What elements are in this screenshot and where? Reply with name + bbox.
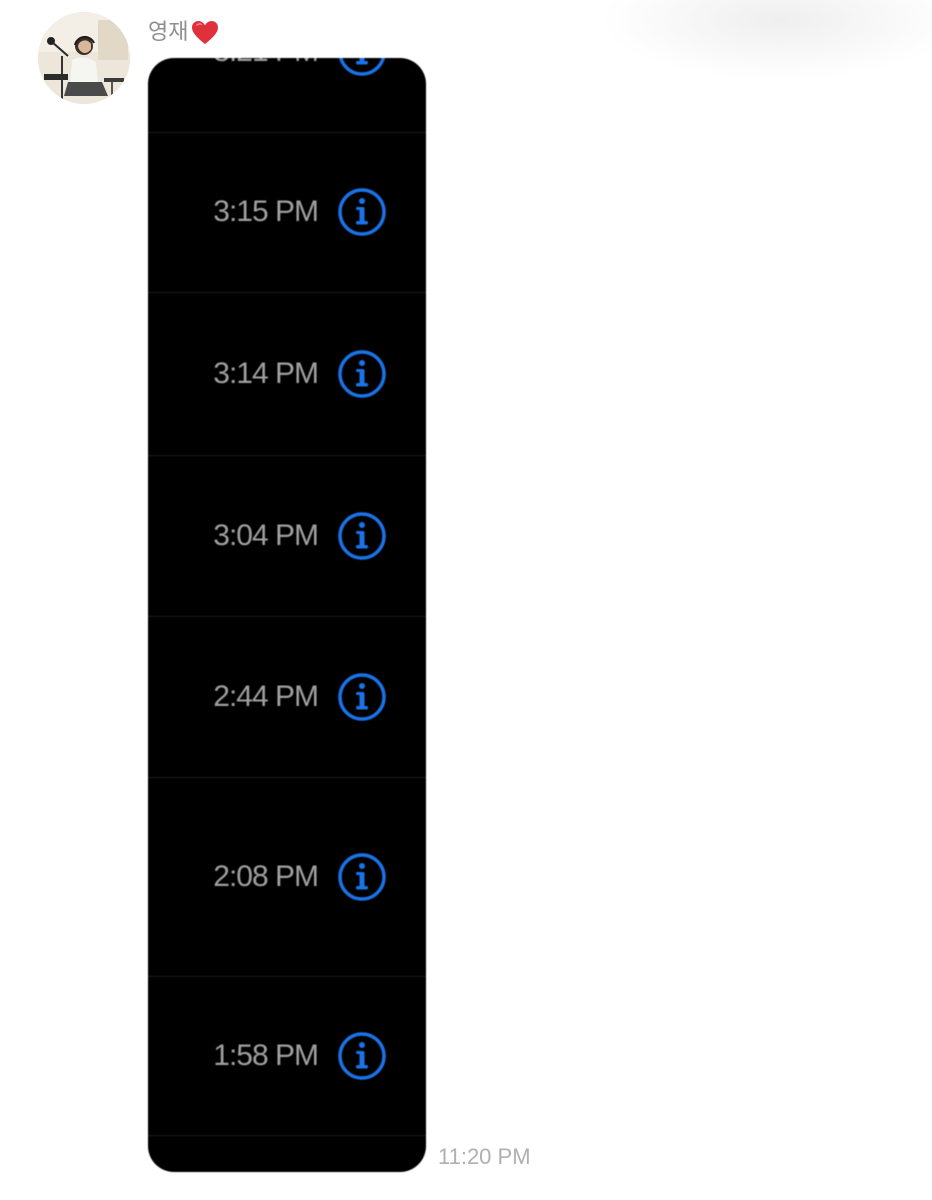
list-item: 3:14 PM <box>148 293 426 456</box>
info-icon <box>338 512 386 560</box>
avatar[interactable] <box>38 12 130 104</box>
time-label: 1:58 PM <box>213 1039 319 1072</box>
list-item: 3:04 PM <box>148 456 426 617</box>
info-icon <box>339 58 385 76</box>
time-label: 2:08 PM <box>213 860 319 893</box>
time-label: 3:15 PM <box>213 195 319 228</box>
info-icon <box>338 853 386 901</box>
time-label: 3:21 PM <box>213 58 319 69</box>
sender-header: 영재 <box>148 18 220 48</box>
info-icon <box>338 1032 386 1080</box>
list-item: 2:44 PM <box>148 617 426 778</box>
chat-screen: 영재 3:21 PM 3: <box>0 0 932 1200</box>
image-message[interactable]: 3:21 PM 3:15 PM <box>148 58 426 1172</box>
top-shadow <box>600 0 932 80</box>
list-item <box>148 1136 426 1172</box>
time-label: 2:44 PM <box>213 680 319 713</box>
sender-name: 영재 <box>148 20 189 45</box>
list-item: 1:58 PM <box>148 977 426 1136</box>
time-label: 3:14 PM <box>213 357 319 390</box>
info-icon <box>338 350 386 398</box>
list-item: 3:21 PM <box>148 58 426 133</box>
list-item: 2:08 PM <box>148 778 426 977</box>
avatar-photo <box>38 12 130 104</box>
red-heart-icon <box>190 18 220 48</box>
info-icon <box>338 673 386 721</box>
time-label: 3:04 PM <box>213 519 319 552</box>
info-icon <box>338 188 386 236</box>
message-timestamp: 11:20 PM <box>438 1144 531 1169</box>
list-item: 3:15 PM <box>148 132 426 293</box>
